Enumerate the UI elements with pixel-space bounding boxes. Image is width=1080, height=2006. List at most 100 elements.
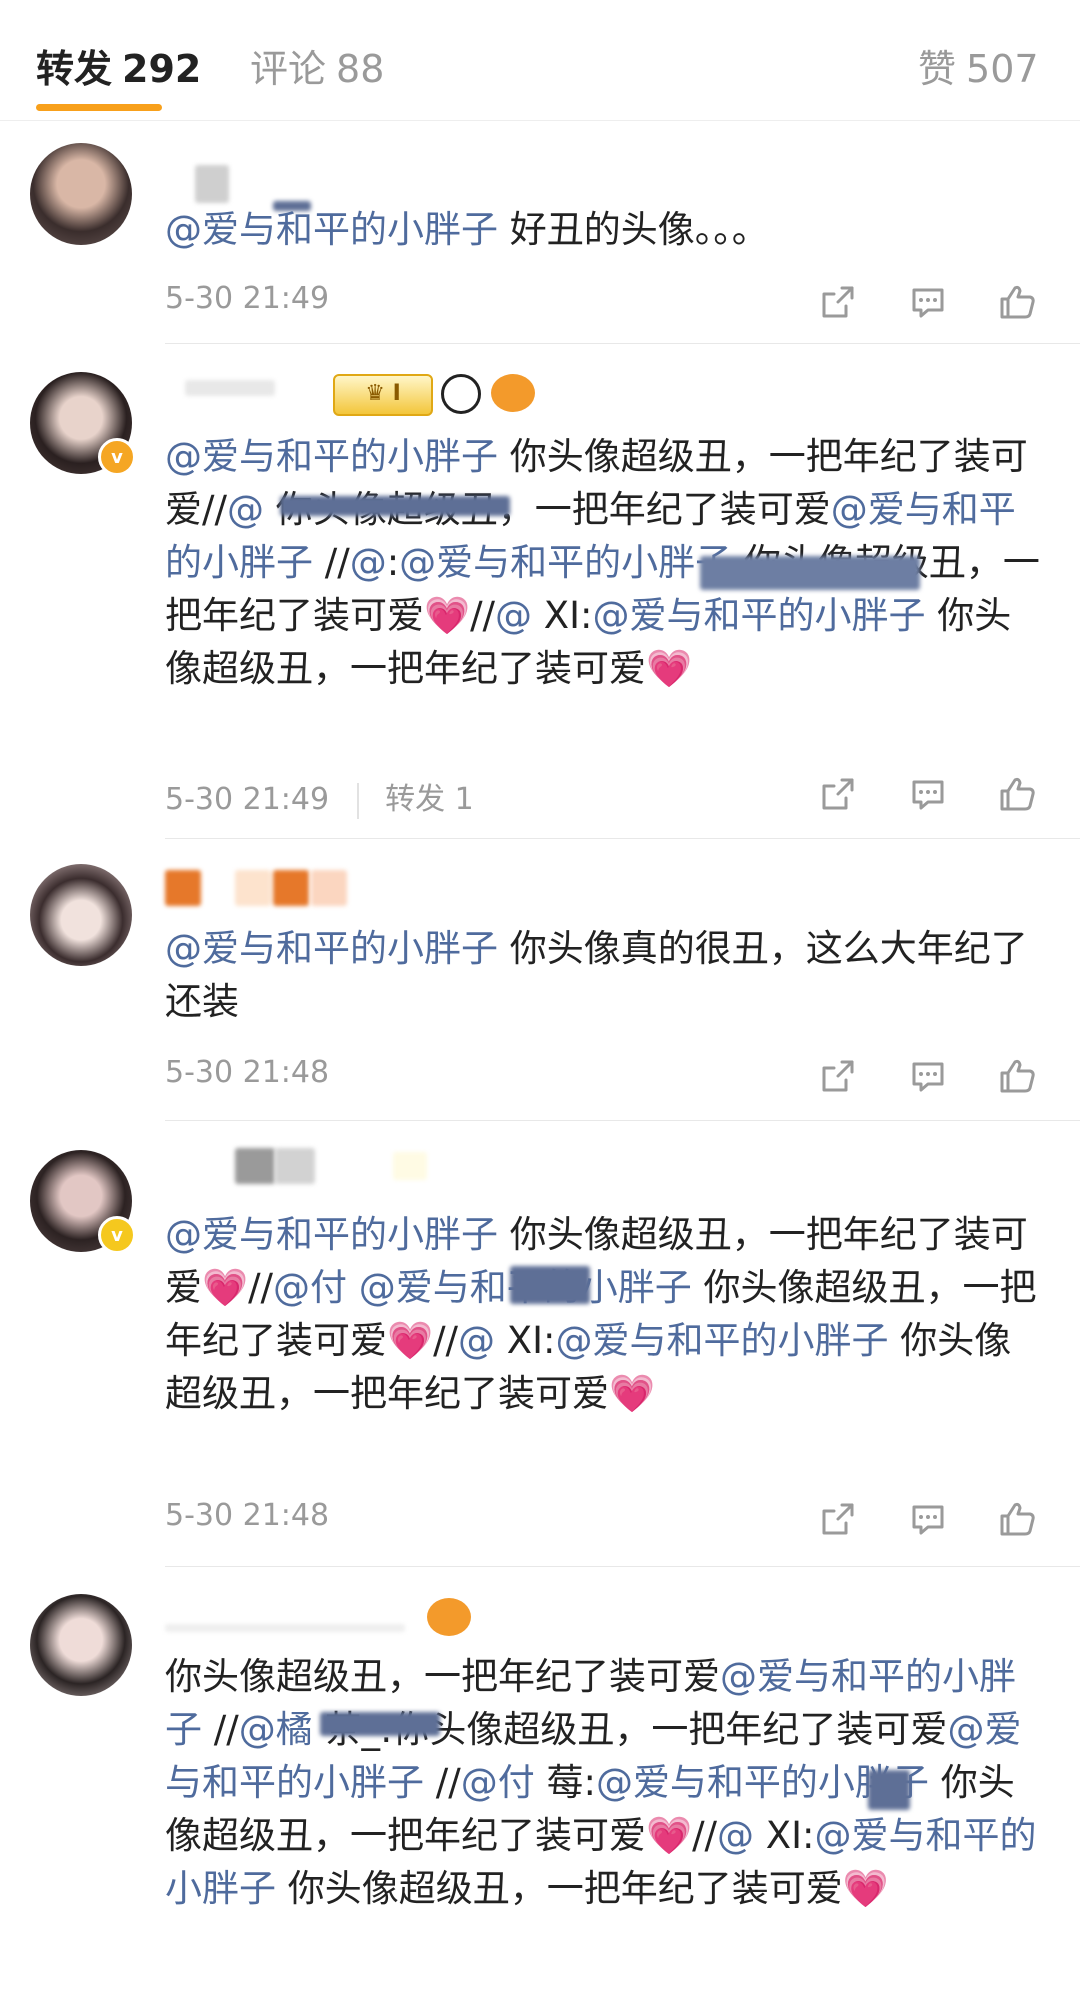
fish-icon — [491, 374, 535, 412]
tab-reposts-count: 292 — [122, 47, 202, 91]
verified-badge-icon: v — [98, 438, 136, 476]
text-segment: XI: — [532, 594, 593, 637]
tab-comments-count: 88 — [336, 47, 385, 91]
tab-comments-label: 评论 — [250, 47, 327, 91]
comment-icon[interactable] — [906, 1054, 950, 1098]
post-meta: 5-30 21:48 — [165, 1498, 329, 1533]
text-segment: : — [386, 541, 400, 584]
post-meta: 5-30 21:49 — [165, 281, 329, 316]
mention-link[interactable]: @ — [717, 1814, 754, 1857]
comment-icon[interactable] — [906, 280, 950, 324]
tab-reposts-label: 转发 — [36, 47, 113, 91]
heart-emoji-icon: 💗 — [424, 594, 471, 637]
redacted-username — [280, 496, 510, 516]
action-bar — [816, 1497, 1036, 1541]
heart-emoji-icon: 💗 — [609, 1372, 656, 1415]
mention-link[interactable]: @付 — [461, 1761, 535, 1804]
divider — [165, 1120, 1080, 1121]
avatar[interactable] — [30, 1594, 132, 1696]
avatar[interactable] — [30, 864, 132, 966]
mention-link[interactable]: @ — [227, 488, 264, 531]
text-segment — [347, 1266, 359, 1309]
text-segment: 好丑的头像。。。 — [498, 208, 769, 251]
text-segment: XI: — [754, 1814, 815, 1857]
post-time: 5-30 21:49 — [165, 782, 330, 817]
tab-reposts[interactable]: 转发 292 — [36, 38, 201, 93]
repost-text: @爱与和平的小胖子 你头像超级丑，一把年纪了装可爱💗//@付 @爱与和平的小胖子… — [165, 1208, 1045, 1420]
panda-icon — [441, 374, 481, 414]
share-icon[interactable] — [816, 772, 860, 816]
repost-text: @爱与和平的小胖子 好丑的头像。。。 — [165, 203, 1045, 256]
repost-count[interactable]: 转发 1 — [385, 782, 474, 817]
mention-link[interactable]: @付 — [273, 1266, 347, 1309]
meta-separator — [357, 782, 360, 819]
text-segment: // — [692, 1814, 718, 1857]
mention-link[interactable]: @爱与和平的小胖子 — [165, 927, 498, 970]
mention-link[interactable]: @爱与和平的小胖子 — [399, 541, 732, 584]
text-segment: // — [313, 541, 350, 584]
divider — [165, 1566, 1080, 1567]
username-with-badges[interactable] — [165, 1598, 471, 1636]
redacted-username — [868, 1770, 910, 1810]
fish-icon — [427, 1598, 471, 1636]
tab-bar: 转发 292 评论 88 赞 507 — [0, 0, 1080, 121]
text-segment: 你头像超级丑，一把年纪了装可爱 — [165, 1655, 720, 1698]
share-icon[interactable] — [816, 280, 860, 324]
redacted-username — [700, 556, 920, 590]
text-segment: // — [202, 1708, 239, 1751]
heart-emoji-icon: 💗 — [202, 1266, 249, 1309]
heart-emoji-icon: 💗 — [387, 1319, 434, 1362]
mention-link[interactable]: @爱与和平的小胖子 — [165, 1213, 498, 1256]
mention-link[interactable]: @爱与和平的小胖子 — [556, 1319, 889, 1362]
mention-link[interactable]: @ — [495, 594, 532, 637]
repost-text: @爱与和平的小胖子 你头像真的很丑，这么大年纪了还装 — [165, 922, 1045, 1028]
tab-likes-label: 赞 — [918, 47, 957, 91]
text-segment: XI: — [495, 1319, 556, 1362]
post-meta: 5-30 21:48 — [165, 1055, 329, 1090]
share-icon[interactable] — [816, 1054, 860, 1098]
text-segment: // — [470, 594, 496, 637]
comment-icon[interactable] — [906, 772, 950, 816]
post-time: 5-30 21:48 — [165, 1498, 330, 1533]
like-icon[interactable] — [996, 772, 1040, 816]
tab-likes[interactable]: 赞 507 — [918, 38, 1039, 93]
like-icon[interactable] — [996, 280, 1040, 324]
mention-link[interactable]: @橘 — [239, 1708, 313, 1751]
heart-emoji-icon: 💗 — [646, 1814, 693, 1857]
username-with-badges[interactable]: ♛ I — [165, 374, 565, 416]
text-segment: 莓: — [534, 1761, 596, 1804]
like-icon[interactable] — [996, 1054, 1040, 1098]
mention-link[interactable]: @爱与和平的小胖子 — [593, 594, 926, 637]
like-icon[interactable] — [996, 1497, 1040, 1541]
text-segment: // — [248, 1266, 274, 1309]
text-segment: // — [433, 1319, 459, 1362]
verified-badge-icon: v — [98, 1216, 136, 1254]
redacted-username — [320, 1712, 440, 1736]
repost-text: 你头像超级丑，一把年纪了装可爱@爱与和平的小胖子 //@橘 茶_:你头像超级丑，… — [165, 1650, 1045, 1915]
post-time: 5-30 21:48 — [165, 1055, 330, 1090]
comment-icon[interactable] — [906, 1497, 950, 1541]
redacted-username — [510, 1266, 590, 1304]
tab-comments[interactable]: 评论 88 — [250, 38, 384, 93]
mention-link[interactable]: @爱与和平的小胖子 — [165, 435, 498, 478]
heart-emoji-icon: 💗 — [842, 1867, 889, 1910]
action-bar — [816, 1054, 1036, 1098]
text-segment: // — [424, 1761, 461, 1804]
post-meta: 5-30 21:49 转发 1 — [165, 774, 474, 819]
tab-likes-count: 507 — [966, 47, 1039, 91]
mention-link[interactable]: @ — [350, 541, 387, 584]
text-segment: 你头像超级丑，一把年纪了装可爱 — [276, 1867, 843, 1910]
username-redacted[interactable] — [165, 1148, 465, 1184]
post-time: 5-30 21:49 — [165, 281, 330, 316]
mention-link[interactable]: @ — [458, 1319, 495, 1362]
heart-emoji-icon: 💗 — [646, 647, 693, 690]
level-crown-icon: ♛ I — [333, 374, 433, 416]
avatar[interactable] — [30, 143, 132, 245]
active-tab-indicator — [36, 104, 162, 111]
divider — [165, 838, 1080, 839]
mention-link[interactable]: @爱与和平的小胖子 — [165, 208, 498, 251]
divider — [165, 343, 1080, 344]
action-bar — [816, 280, 1036, 324]
username-redacted[interactable] — [165, 870, 395, 906]
share-icon[interactable] — [816, 1497, 860, 1541]
